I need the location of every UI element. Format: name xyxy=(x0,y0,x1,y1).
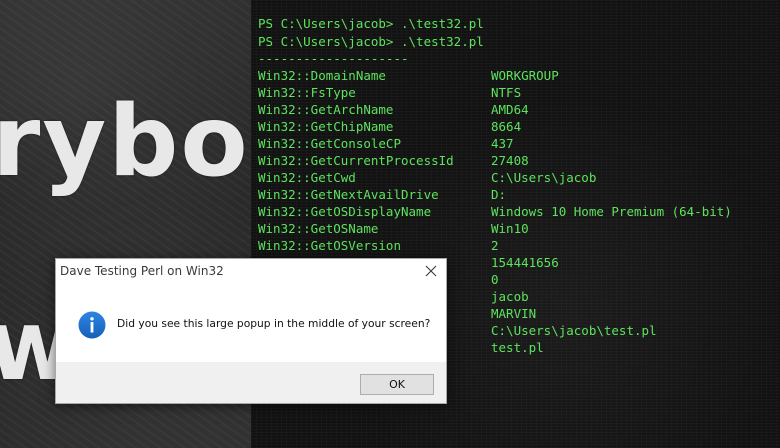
dialog-footer: OK xyxy=(56,362,446,403)
terminal-separator: -------------------- xyxy=(258,51,409,66)
output-value: 2 xyxy=(491,238,499,253)
output-value: C:\Users\jacob\test.pl xyxy=(491,323,657,338)
dialog-body: Did you see this large popup in the midd… xyxy=(56,286,446,362)
terminal-output-row: Win32::GetCwd C:\Users\jacob xyxy=(258,169,596,186)
output-value: Windows 10 Home Premium (64-bit) xyxy=(491,204,732,219)
output-value: MARVIN xyxy=(491,306,537,321)
output-value: test.pl xyxy=(491,340,544,355)
output-value: NTFS xyxy=(491,85,522,100)
dialog-titlebar[interactable]: Dave Testing Perl on Win32 xyxy=(56,259,446,286)
terminal-output-row: Win32::GetOSDisplayName Windows 10 Home … xyxy=(258,203,732,220)
close-icon[interactable] xyxy=(422,262,440,280)
terminal-output-row: Win32::GetConsoleCP 437 xyxy=(258,135,514,152)
output-value: D: xyxy=(491,187,507,202)
output-value: 437 xyxy=(491,136,514,151)
output-key: Win32::GetCwd xyxy=(258,170,356,185)
output-key: Win32::GetOSName xyxy=(258,221,379,236)
output-key: Win32::GetNextAvailDrive xyxy=(258,187,439,202)
terminal-output-row: Win32::FsType NTFS xyxy=(258,84,521,101)
message-box-dialog: Dave Testing Perl on Win32 Did you see t xyxy=(55,258,447,404)
info-icon xyxy=(78,311,106,339)
output-value: 154441656 xyxy=(491,255,559,270)
output-value: AMD64 xyxy=(491,102,529,117)
output-key: Win32::GetArchName xyxy=(258,102,394,117)
output-value: 0 xyxy=(491,272,499,287)
output-key: Win32::DomainName xyxy=(258,68,386,83)
terminal-output-row: Win32::GetOSName Win10 xyxy=(258,220,529,237)
output-value: 8664 xyxy=(491,119,522,134)
terminal-prompt-line: PS C:\Users\jacob> .\test32.pl xyxy=(258,16,484,31)
terminal-output-row: Win32::GetArchName AMD64 xyxy=(258,101,529,118)
output-value: Win10 xyxy=(491,221,529,236)
terminal-prompt-line: PS C:\Users\jacob> .\test32.pl xyxy=(258,34,484,49)
output-key: Win32::GetConsoleCP xyxy=(258,136,401,151)
terminal-output-row: Win32::GetChipName 8664 xyxy=(258,118,521,135)
output-key: Win32::GetChipName xyxy=(258,119,394,134)
output-key: Win32::GetOSVersion xyxy=(258,238,401,253)
output-value: WORKGROUP xyxy=(491,68,559,83)
output-value: jacob xyxy=(491,289,529,304)
dialog-title: Dave Testing Perl on Win32 xyxy=(60,264,224,278)
terminal-output-row: Win32::GetCurrentProcessId 27408 xyxy=(258,152,529,169)
dialog-message: Did you see this large popup in the midd… xyxy=(117,317,431,330)
output-value: C:\Users\jacob xyxy=(491,170,597,185)
output-key: Win32::GetCurrentProcessId xyxy=(258,153,454,168)
output-key: Win32::FsType xyxy=(258,85,356,100)
wallpaper-text-top: rybo xyxy=(0,85,250,199)
terminal-output-row: Win32::DomainName WORKGROUP xyxy=(258,67,559,84)
terminal-output-row: Win32::GetNextAvailDrive D: xyxy=(258,186,506,203)
output-key: Win32::GetOSDisplayName xyxy=(258,204,432,219)
ok-button[interactable]: OK xyxy=(360,374,434,395)
terminal-output-row: Win32::GetOSVersion 2 xyxy=(258,237,499,254)
output-value: 27408 xyxy=(491,153,529,168)
